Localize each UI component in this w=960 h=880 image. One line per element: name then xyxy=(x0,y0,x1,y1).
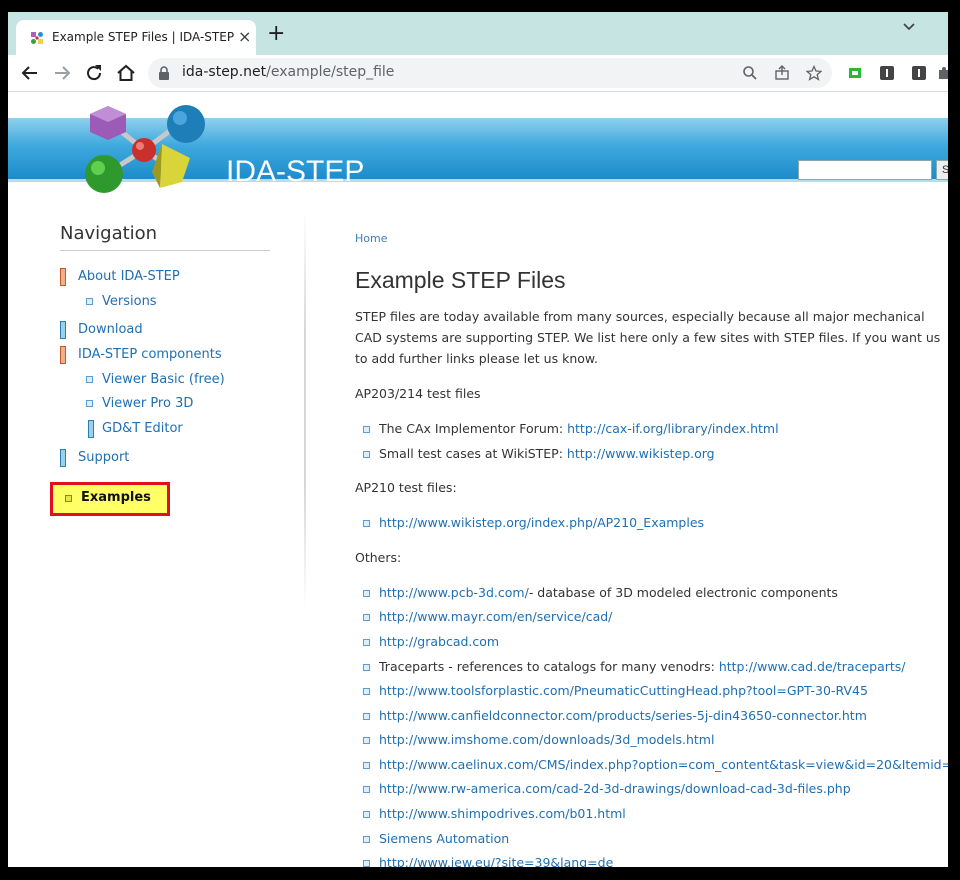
nav-item-viewer-pro[interactable]: Viewer Pro 3D xyxy=(102,396,193,411)
section-heading-others: Others: xyxy=(355,550,402,565)
link-rw-america[interactable]: http://www.rw-america.com/cad-2d-3d-draw… xyxy=(379,781,851,796)
navigation-rule xyxy=(60,250,270,251)
link-pcb-3d[interactable]: http://www.pcb-3d.com/ xyxy=(379,585,529,600)
list-bullet xyxy=(363,737,370,744)
link-siemens-automation[interactable]: Siemens Automation xyxy=(379,831,509,846)
nav-item-gdt-editor[interactable]: GD&T Editor xyxy=(102,421,183,436)
back-arrow-icon[interactable] xyxy=(18,61,42,85)
breadcrumb-home[interactable]: Home xyxy=(355,232,387,245)
nav-bullet-examples xyxy=(65,495,72,502)
nav-marker-components xyxy=(60,346,66,364)
link-grabcad[interactable]: http://grabcad.com xyxy=(379,634,499,649)
extensions-puzzle-icon[interactable] xyxy=(938,66,948,80)
share-icon[interactable] xyxy=(774,65,790,81)
browser-window: Example STEP Files | IDA-STEP × + ida-st… xyxy=(8,12,948,867)
link-shimpodrives[interactable]: http://www.shimpodrives.com/b01.html xyxy=(379,806,626,821)
new-tab-button[interactable]: + xyxy=(267,23,285,45)
ida-step-molecule-logo[interactable] xyxy=(82,102,212,194)
list-item-text: The CAx Implementor Forum: xyxy=(379,421,568,436)
list-bullet xyxy=(363,426,370,433)
nav-marker-about xyxy=(60,268,66,286)
nav-item-examples-highlight[interactable]: Examples xyxy=(50,482,170,516)
search-icon[interactable] xyxy=(742,65,758,81)
list-bullet xyxy=(363,836,370,843)
link-canfieldconnector[interactable]: http://www.canfieldconnector.com/product… xyxy=(379,708,867,723)
sidebar-divider xyxy=(304,210,306,610)
link-imshome[interactable]: http://www.imshome.com/downloads/3d_mode… xyxy=(379,732,714,747)
list-item-text: - database of 3D modeled electronic comp… xyxy=(528,585,838,600)
list-bullet xyxy=(363,614,370,621)
link-wikistep[interactable]: http://www.wikistep.org xyxy=(567,446,715,461)
link-cax-if[interactable]: http://cax-if.org/library/index.html xyxy=(567,421,778,436)
browser-tab[interactable]: Example STEP Files | IDA-STEP × xyxy=(16,20,256,55)
nav-marker-gdt xyxy=(88,420,94,438)
web-page: IDA-STEP S Navigation About IDA-STEP Ver… xyxy=(8,92,948,867)
nav-bullet-versions xyxy=(86,298,93,305)
list-bullet xyxy=(363,639,370,646)
extension-i-icon-2[interactable] xyxy=(912,66,926,80)
site-title[interactable]: IDA-STEP xyxy=(226,155,364,189)
link-mayr[interactable]: http://www.mayr.com/en/service/cad/ xyxy=(379,609,612,624)
nav-item-about[interactable]: About IDA-STEP xyxy=(78,269,180,284)
link-toolsforplastic[interactable]: http://www.toolsforplastic.com/Pneumatic… xyxy=(379,683,868,698)
nav-item-examples[interactable]: Examples xyxy=(81,490,151,505)
lock-icon[interactable] xyxy=(158,66,170,80)
list-bullet xyxy=(363,860,370,867)
link-traceparts[interactable]: http://www.cad.de/traceparts/ xyxy=(719,659,906,674)
list-bullet xyxy=(363,786,370,793)
section-heading-ap203: AP203/214 test files xyxy=(355,386,481,401)
list-bullet xyxy=(363,664,370,671)
nav-item-viewer-basic[interactable]: Viewer Basic (free) xyxy=(102,372,225,387)
site-search-button[interactable]: S xyxy=(936,160,948,180)
extension-i-icon[interactable] xyxy=(880,66,894,80)
tab-search-chevron-icon[interactable] xyxy=(902,20,916,34)
list-bullet xyxy=(363,688,370,695)
list-item-text: Small test cases at WikiSTEP: xyxy=(379,446,567,461)
nav-bullet-viewer-basic xyxy=(86,376,93,383)
bookmark-star-icon[interactable] xyxy=(806,65,822,81)
browser-toolbar: ida-step.net/example/step_file xyxy=(8,55,948,92)
link-ap210-examples[interactable]: http://www.wikistep.org/index.php/AP210_… xyxy=(379,515,704,530)
url-path: /example/step_file xyxy=(266,64,395,80)
home-icon[interactable] xyxy=(114,61,138,85)
nav-item-support[interactable]: Support xyxy=(78,450,129,465)
url-text[interactable]: ida-step.net/example/step_file xyxy=(182,64,394,80)
url-domain: ida-step.net xyxy=(182,64,267,80)
nav-item-components[interactable]: IDA-STEP components xyxy=(78,347,222,362)
list-item-text: Traceparts - references to catalogs for … xyxy=(379,659,719,674)
forward-arrow-icon[interactable] xyxy=(50,61,74,85)
tab-strip: Example STEP Files | IDA-STEP × + xyxy=(8,12,948,55)
link-iew[interactable]: http://www.iew.eu/?site=39&lang=de xyxy=(379,855,613,867)
list-bullet xyxy=(363,762,370,769)
list-bullet xyxy=(363,811,370,818)
tab-title: Example STEP Files | IDA-STEP xyxy=(52,30,235,44)
intro-paragraph: STEP files are today available from many… xyxy=(355,309,941,366)
nav-bullet-viewer-pro xyxy=(86,400,93,407)
list-bullet xyxy=(363,713,370,720)
address-bar[interactable]: ida-step.net/example/step_file xyxy=(148,58,832,88)
site-search-input[interactable] xyxy=(798,160,932,180)
section-heading-ap210: AP210 test files: xyxy=(355,480,457,495)
reload-icon[interactable] xyxy=(82,61,106,85)
list-bullet xyxy=(363,451,370,458)
nav-marker-download xyxy=(60,321,66,339)
nav-item-versions[interactable]: Versions xyxy=(102,294,157,309)
link-caelinux[interactable]: http://www.caelinux.com/CMS/index.php?op… xyxy=(379,757,948,772)
nav-item-download[interactable]: Download xyxy=(78,322,143,337)
extension-screen-icon[interactable] xyxy=(848,66,862,80)
tab-close-icon[interactable]: × xyxy=(238,27,251,46)
site-favicon-icon xyxy=(31,32,43,44)
page-title: Example STEP Files xyxy=(355,267,566,293)
navigation-heading: Navigation xyxy=(60,223,158,244)
nav-marker-support xyxy=(60,449,66,467)
list-bullet xyxy=(363,520,370,527)
list-bullet xyxy=(363,590,370,597)
